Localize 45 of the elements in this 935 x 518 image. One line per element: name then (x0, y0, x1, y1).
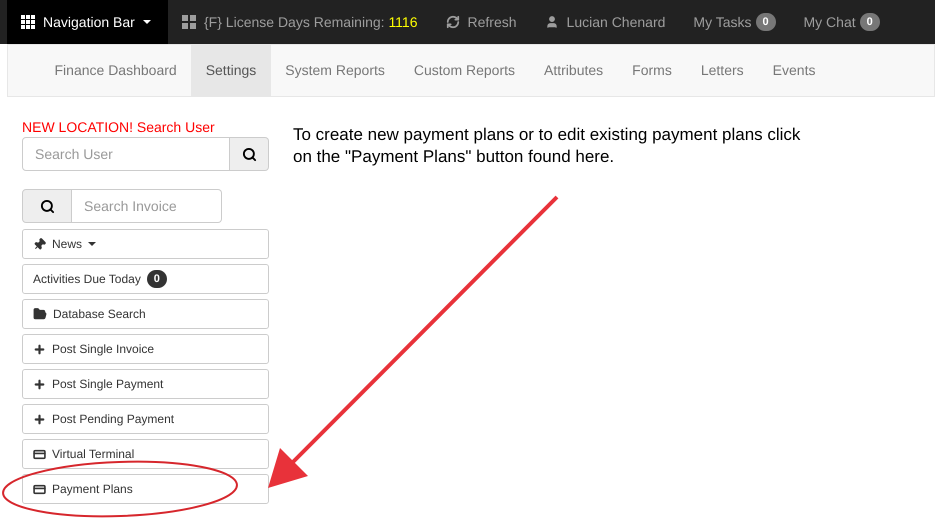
count-badge: 0 (146, 270, 167, 288)
user-icon (544, 15, 559, 29)
tasks-link[interactable]: My Tasks 0 (679, 12, 790, 32)
brand-menu[interactable]: Navigation Bar (7, 0, 168, 44)
sidebar-menu-item[interactable]: News (22, 229, 269, 259)
search-button[interactable] (230, 137, 269, 171)
nav-tab[interactable]: System Reports (270, 45, 400, 96)
sidebar-menu-item[interactable]: Virtual Terminal (22, 439, 269, 469)
nav-tab[interactable]: Letters (686, 45, 758, 96)
search-button[interactable] (22, 189, 72, 223)
chat-link[interactable]: My Chat 0 (790, 12, 894, 32)
plus-icon (33, 378, 46, 390)
search-icon (40, 198, 54, 214)
card-icon (33, 482, 46, 496)
search-icon (242, 146, 256, 162)
nav-tab[interactable]: Custom Reports (399, 45, 530, 96)
sidebar-menu-item[interactable]: Payment Plans (22, 474, 269, 504)
folder-icon (33, 307, 47, 321)
refresh-icon (446, 15, 460, 29)
nav-tab[interactable]: Forms (618, 45, 686, 96)
plus-icon (33, 342, 46, 356)
sidebar-menu-item[interactable]: Activities Due Today 0 (22, 264, 269, 294)
invoice-search-field[interactable]: Search Invoice (72, 189, 222, 223)
caret-icon (142, 20, 151, 24)
windows-icon (182, 15, 196, 29)
sidebar-menu-item[interactable]: Post Pending Payment (22, 404, 269, 434)
count-badge: 0 (756, 13, 776, 31)
notice-text: NEW LOCATION! Search User (22, 119, 216, 135)
nav-tab[interactable]: Finance Dashboard (40, 45, 192, 96)
nav-tab[interactable]: Attributes (530, 45, 618, 96)
caret-icon (88, 242, 96, 246)
instruction-text: To create new payment plans or to edit existing payment plans click on the "Payment Plans" button found here. (293, 124, 802, 168)
refresh-link[interactable]: Refresh (432, 12, 531, 32)
nav-tab[interactable]: Settings (191, 45, 271, 96)
license-text: {F} License Days Remaining: 1116 (204, 12, 418, 32)
plus-icon (33, 412, 46, 426)
count-badge: 0 (860, 13, 880, 31)
user-link[interactable]: Lucian Chenard (530, 12, 680, 32)
nav-tab[interactable]: Events (758, 45, 830, 96)
card-icon (33, 448, 46, 460)
user-search-field[interactable]: Search User (22, 137, 230, 171)
sidebar-menu-item[interactable]: Post Single Invoice (22, 334, 269, 364)
sidebar-menu-item[interactable]: Database Search (22, 299, 269, 329)
sidebar-menu-item[interactable]: Post Single Payment (22, 369, 269, 399)
grid-icon (21, 15, 35, 29)
